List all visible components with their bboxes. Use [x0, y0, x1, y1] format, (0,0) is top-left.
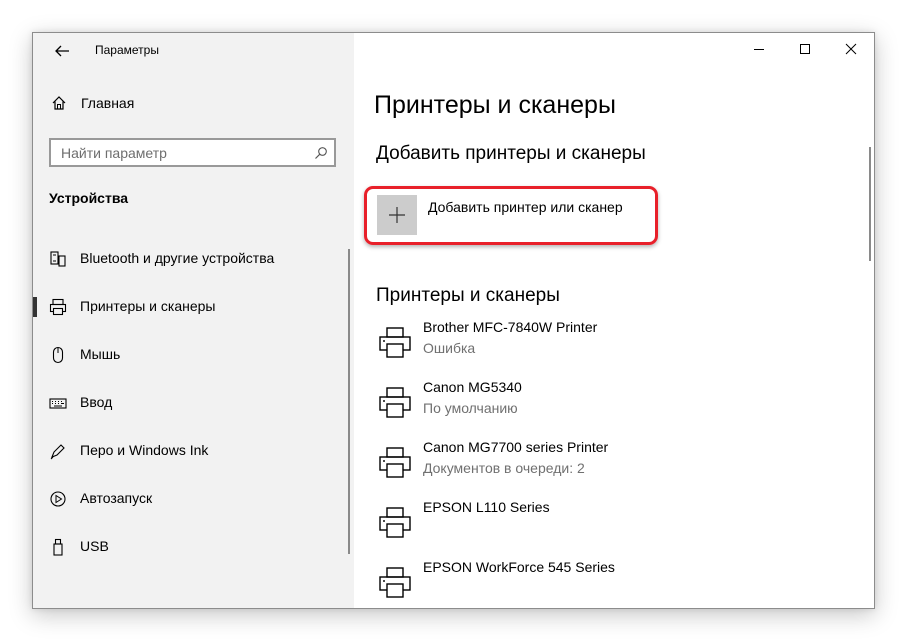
printers-list-title: Принтеры и сканеры: [376, 285, 560, 306]
mouse-icon: [52, 346, 64, 364]
sidebar-item-label: Bluetooth и другие устройства: [80, 250, 275, 266]
section-title: Устройства: [49, 190, 129, 206]
minimize-button[interactable]: [736, 33, 782, 65]
printer-icon: [379, 327, 411, 358]
keyboard-icon: [49, 398, 67, 409]
sidebar-item-mouse[interactable]: Мышь: [33, 331, 354, 379]
home-nav[interactable]: Главная: [51, 95, 134, 111]
back-button[interactable]: [47, 39, 77, 63]
usb-icon: [53, 538, 63, 556]
search-icon: [315, 147, 327, 159]
printer-icon: [379, 447, 411, 478]
printer-item[interactable]: EPSON WorkForce 545 Series: [378, 559, 858, 608]
maximize-icon: [800, 44, 810, 54]
printer-item[interactable]: Brother MFC-7840W Printer Ошибка: [378, 319, 858, 379]
page-title: Принтеры и сканеры: [374, 91, 616, 119]
printer-icon: [49, 298, 67, 316]
app-title: Параметры: [95, 43, 159, 57]
printer-name: EPSON WorkForce 545 Series: [423, 559, 615, 575]
sidebar-scrollbar[interactable]: [348, 249, 350, 554]
search-placeholder: Найти параметр: [61, 145, 167, 161]
printer-item[interactable]: EPSON L110 Series: [378, 499, 858, 559]
sidebar-item-bluetooth[interactable]: Bluetooth и другие устройства: [33, 235, 354, 283]
sidebar-item-autoplay[interactable]: Автозапуск: [33, 475, 354, 523]
printer-name: EPSON L110 Series: [423, 499, 550, 515]
printer-icon: [379, 507, 411, 538]
sidebar-item-pen[interactable]: Перо и Windows Ink: [33, 427, 354, 475]
close-icon: [845, 43, 857, 55]
sidebar-item-label: Автозапуск: [80, 490, 153, 506]
close-button[interactable]: [828, 33, 874, 65]
window-controls: [736, 33, 874, 65]
sidebar-item-input[interactable]: Ввод: [33, 379, 354, 427]
sidebar-item-usb[interactable]: USB: [33, 523, 354, 571]
printer-status: По умолчанию: [423, 400, 518, 416]
maximize-button[interactable]: [782, 33, 828, 65]
main-scrollbar[interactable]: [869, 147, 871, 261]
printer-icon: [379, 387, 411, 418]
pen-icon: [50, 444, 65, 460]
main-content: Принтеры и сканеры Добавить принтеры и с…: [354, 33, 874, 608]
printer-name: Brother MFC-7840W Printer: [423, 319, 598, 335]
highlight-annotation: [364, 186, 658, 245]
printer-status: Ошибка: [423, 340, 476, 356]
selection-indicator: [33, 297, 37, 317]
sidebar-item-label: Ввод: [80, 394, 113, 410]
add-section-title: Добавить принтеры и сканеры: [376, 143, 646, 164]
printer-item[interactable]: Canon MG5340 По умолчанию: [378, 379, 858, 439]
sidebar-item-label: Принтеры и сканеры: [80, 298, 216, 314]
sidebar: Параметры Главная Найти параметр Устройс…: [33, 33, 354, 608]
sidebar-item-printers[interactable]: Принтеры и сканеры: [33, 283, 354, 331]
sidebar-item-label: Перо и Windows Ink: [80, 442, 209, 458]
minimize-icon: [754, 49, 764, 50]
sidebar-item-label: USB: [80, 538, 109, 554]
printer-name: Canon MG7700 series Printer: [423, 439, 609, 455]
printer-icon: [379, 567, 411, 598]
printer-status: Документов в очереди: 2: [423, 460, 585, 476]
sidebar-item-label: Мышь: [80, 346, 121, 362]
home-label: Главная: [81, 95, 135, 111]
settings-window: Параметры Главная Найти параметр Устройс…: [32, 32, 875, 609]
autoplay-icon: [50, 491, 66, 507]
printer-name: Canon MG5340: [423, 379, 522, 395]
back-arrow-icon: [55, 45, 69, 57]
printer-item[interactable]: Canon MG7700 series Printer Документов в…: [378, 439, 858, 499]
home-icon: [52, 96, 66, 110]
search-input[interactable]: Найти параметр: [49, 138, 336, 167]
bluetooth-devices-icon: [50, 251, 66, 267]
